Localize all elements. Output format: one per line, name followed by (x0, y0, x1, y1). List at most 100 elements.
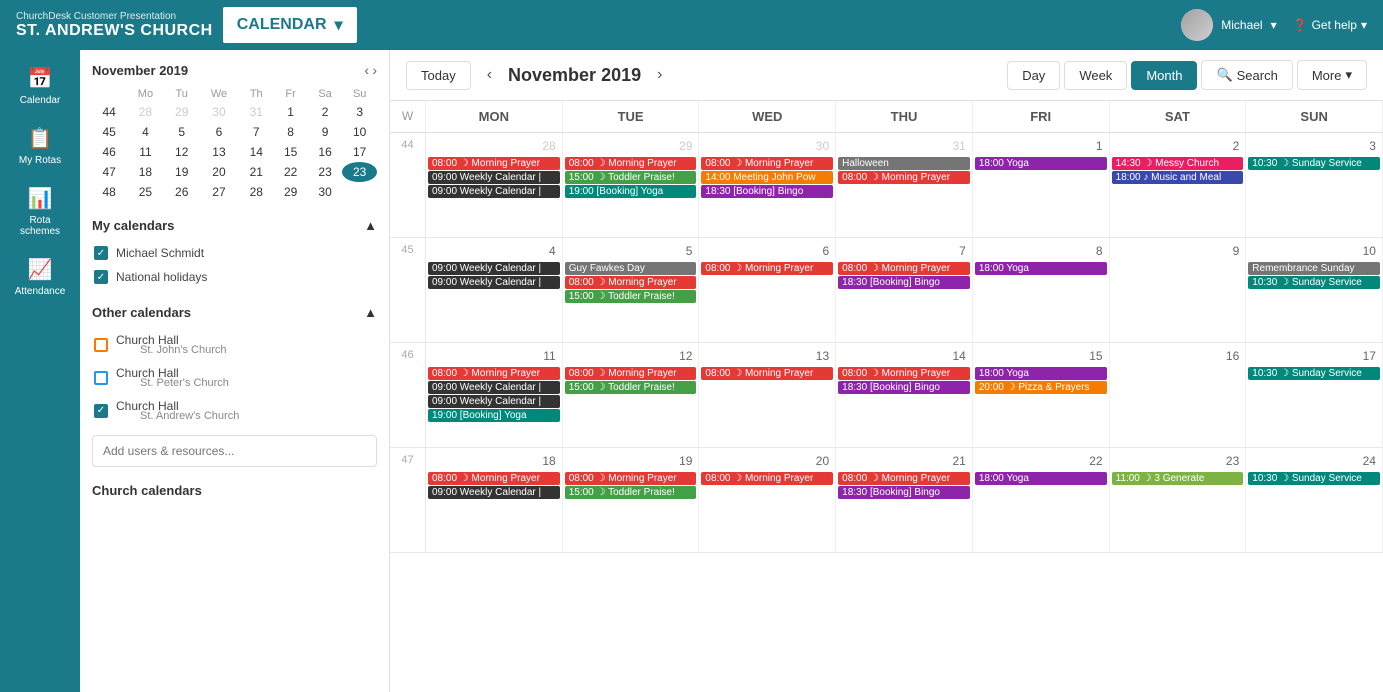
calendar-event[interactable]: 08:00 ☽ Morning Prayer (565, 157, 697, 170)
get-help-button[interactable]: ❓ Get help ▾ (1293, 18, 1367, 32)
calendar-event[interactable]: 08:00 ☽ Morning Prayer (838, 472, 970, 485)
mini-day[interactable]: 1 (273, 102, 307, 122)
calendar-event[interactable]: 19:00 [Booking] Yoga (428, 409, 560, 422)
mini-day[interactable]: 18 (126, 162, 164, 182)
calendar-event[interactable]: 08:00 ☽ Morning Prayer (838, 171, 970, 184)
calendar-event[interactable]: 08:00 ☽ Morning Prayer (701, 367, 833, 380)
mini-day[interactable]: 23 (308, 162, 343, 182)
calendar-event[interactable]: 08:00 ☽ Morning Prayer (565, 276, 697, 289)
calendar-event[interactable]: 09:00 Weekly Calendar | (428, 395, 560, 408)
calendar-event[interactable]: 08:00 ☽ Morning Prayer (428, 472, 560, 485)
calendar-event[interactable]: 10:30 ☽ Sunday Service (1248, 157, 1380, 170)
mini-day[interactable]: 15 (273, 142, 307, 162)
mini-day[interactable]: 4 (126, 122, 164, 142)
calendar-event[interactable]: 10:30 ☽ Sunday Service (1248, 276, 1380, 289)
user-menu[interactable]: Michael ▾ (1181, 9, 1276, 41)
calendar-event[interactable]: 10:30 ☽ Sunday Service (1248, 367, 1380, 380)
mini-day[interactable]: 10 (342, 122, 377, 142)
mini-day[interactable]: 21 (239, 162, 273, 182)
collapse-other-calendars-icon[interactable]: ▲ (364, 305, 377, 320)
calendar-checkbox[interactable]: ✓ (94, 270, 108, 284)
calendar-event[interactable]: 08:00 ☽ Morning Prayer (838, 367, 970, 380)
calendar-event[interactable]: 15:00 ☽ Toddler Praise! (565, 381, 697, 394)
calendar-event[interactable]: 09:00 Weekly Calendar | (428, 262, 560, 275)
mini-day[interactable]: 8 (273, 122, 307, 142)
mini-day[interactable]: 16 (308, 142, 343, 162)
month-view-button[interactable]: Month (1131, 61, 1197, 90)
calendar-event[interactable]: 08:00 ☽ Morning Prayer (701, 262, 833, 275)
mini-cal-prev[interactable]: ‹ (364, 62, 369, 78)
mini-day[interactable]: 5 (165, 122, 199, 142)
mini-day[interactable]: 12 (165, 142, 199, 162)
mini-day[interactable]: 2 (308, 102, 343, 122)
mini-day[interactable]: 30 (199, 102, 239, 122)
mini-day[interactable]: 7 (239, 122, 273, 142)
calendar-event[interactable]: 15:00 ☽ Toddler Praise! (565, 486, 697, 499)
calendar-event[interactable]: 08:00 ☽ Morning Prayer (701, 472, 833, 485)
calendar-event[interactable]: 15:00 ☽ Toddler Praise! (565, 290, 697, 303)
calendar-event[interactable]: 18:00 Yoga (975, 367, 1107, 380)
calendar-event[interactable]: 08:00 ☽ Morning Prayer (565, 472, 697, 485)
calendar-checkbox-blue[interactable] (94, 371, 108, 385)
mini-day[interactable]: 31 (239, 102, 273, 122)
resources-input[interactable] (92, 435, 377, 467)
mini-day[interactable]: 25 (126, 182, 164, 202)
mini-day[interactable]: 28 (239, 182, 273, 202)
calendar-event[interactable]: 18:00 Yoga (975, 262, 1107, 275)
mini-day[interactable]: 3 (342, 102, 377, 122)
sidebar-item-rota-schemes[interactable]: 📊 Rota schemes (5, 178, 75, 245)
calendar-event[interactable]: 11:00 ☽ 3 Generate (1112, 472, 1244, 485)
calendar-checkbox-orange[interactable] (94, 338, 108, 352)
calendar-checkbox-teal[interactable]: ✓ (94, 404, 108, 418)
sidebar-item-my-rotas[interactable]: 📋 My Rotas (5, 118, 75, 174)
mini-day[interactable]: 29 (273, 182, 307, 202)
mini-day[interactable]: 28 (126, 102, 164, 122)
mini-day[interactable]: 27 (199, 182, 239, 202)
calendar-event[interactable]: Remembrance Sunday (1248, 262, 1380, 275)
collapse-my-calendars-icon[interactable]: ▲ (364, 218, 377, 233)
calendar-event[interactable]: 09:00 Weekly Calendar | (428, 171, 560, 184)
calendar-event[interactable]: 08:00 ☽ Morning Prayer (838, 262, 970, 275)
calendar-event[interactable]: Guy Fawkes Day (565, 262, 697, 275)
calendar-event[interactable]: 19:00 [Booking] Yoga (565, 185, 697, 198)
module-dropdown[interactable]: CALENDAR ▾ (223, 7, 357, 43)
week-view-button[interactable]: Week (1064, 61, 1127, 90)
calendar-event[interactable]: 20:00 ☽ Pizza & Prayers (975, 381, 1107, 394)
calendar-event[interactable]: 09:00 Weekly Calendar | (428, 185, 560, 198)
mini-day[interactable]: 22 (273, 162, 307, 182)
calendar-event[interactable]: 08:00 ☽ Morning Prayer (565, 367, 697, 380)
mini-day[interactable]: 20 (199, 162, 239, 182)
mini-day[interactable]: 30 (308, 182, 343, 202)
calendar-checkbox[interactable]: ✓ (94, 246, 108, 260)
calendar-event[interactable]: 10:30 ☽ Sunday Service (1248, 472, 1380, 485)
calendar-event[interactable]: 18:30 [Booking] Bingo (838, 486, 970, 499)
calendar-event[interactable]: 15:00 ☽ Toddler Praise! (565, 171, 697, 184)
calendar-event[interactable]: 09:00 Weekly Calendar | (428, 276, 560, 289)
calendar-event[interactable]: 18:00 Yoga (975, 157, 1107, 170)
calendar-event[interactable]: Halloween (838, 157, 970, 170)
next-month-button[interactable]: › (649, 62, 670, 88)
calendar-event[interactable]: 14:30 ☽ Messy Church (1112, 157, 1244, 170)
day-view-button[interactable]: Day (1007, 61, 1060, 90)
calendar-event[interactable]: 08:00 ☽ Morning Prayer (428, 157, 560, 170)
calendar-event[interactable]: 09:00 Weekly Calendar | (428, 381, 560, 394)
mini-day[interactable]: 29 (165, 102, 199, 122)
calendar-event[interactable]: 14:00 Meeting John Pow (701, 171, 833, 184)
mini-day[interactable]: 6 (199, 122, 239, 142)
calendar-event[interactable]: 18:00 ♪ Music and Meal (1112, 171, 1244, 184)
sidebar-item-attendance[interactable]: 📈 Attendance (5, 249, 75, 305)
search-button[interactable]: 🔍 Search (1201, 60, 1292, 90)
mini-day-today[interactable]: 23 (342, 162, 377, 182)
mini-day[interactable]: 17 (342, 142, 377, 162)
mini-day[interactable]: 14 (239, 142, 273, 162)
calendar-event[interactable]: 09:00 Weekly Calendar | (428, 486, 560, 499)
calendar-event[interactable]: 18:00 Yoga (975, 472, 1107, 485)
mini-day[interactable]: 11 (126, 142, 164, 162)
calendar-event[interactable]: 18:30 [Booking] Bingo (838, 381, 970, 394)
calendar-event[interactable]: 08:00 ☽ Morning Prayer (701, 157, 833, 170)
mini-day[interactable]: 19 (165, 162, 199, 182)
today-button[interactable]: Today (406, 61, 471, 90)
more-button[interactable]: More ▾ (1297, 60, 1367, 90)
calendar-event[interactable]: 08:00 ☽ Morning Prayer (428, 367, 560, 380)
mini-day[interactable]: 9 (308, 122, 343, 142)
